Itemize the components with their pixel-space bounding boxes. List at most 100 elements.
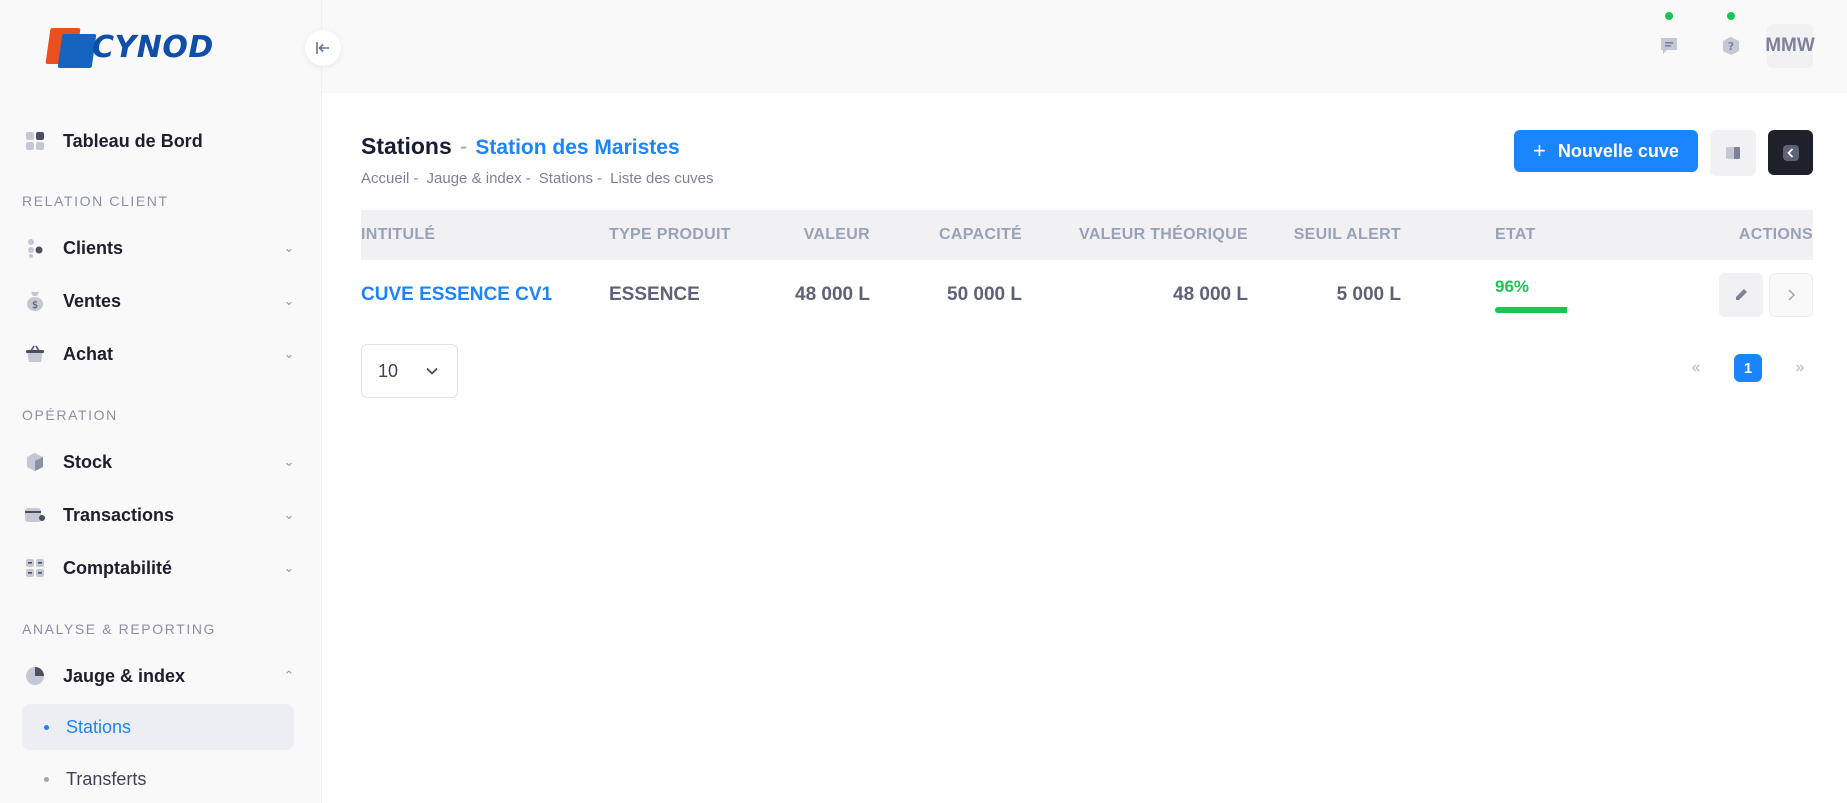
sidebar-item-achat[interactable]: Achat ⌄: [24, 334, 296, 374]
brand-logo[interactable]: CYNOD: [45, 26, 218, 70]
breadcrumb: Accueil - Jauge & index - Stations - Lis…: [361, 170, 722, 187]
prev-page-button[interactable]: «: [1680, 359, 1712, 377]
tank-capacity: 50 000 L: [947, 284, 1022, 305]
money-bag-icon: $: [24, 290, 46, 312]
help-button[interactable]: ?: [1713, 12, 1749, 64]
chevron-up-icon: ⌃: [283, 668, 295, 683]
basket-icon: [24, 343, 46, 365]
toggle-panel-button[interactable]: [1710, 130, 1756, 176]
user-avatar[interactable]: MMW: [1765, 24, 1815, 68]
notification-dot: [1665, 12, 1673, 20]
row-actions: [1589, 273, 1813, 317]
sidebar-item-label: Tableau de Bord: [63, 130, 203, 151]
breadcrumb-item[interactable]: Accueil -: [361, 170, 419, 187]
new-tank-button[interactable]: + Nouvelle cuve: [1514, 130, 1698, 172]
title-separator: -: [459, 133, 468, 159]
sidebar-item-label: Jauge & index: [63, 665, 186, 686]
column-header[interactable]: TYPE PRODUIT: [609, 226, 759, 244]
bullet-icon: [44, 776, 49, 782]
chat-icon: [1661, 38, 1677, 54]
column-header[interactable]: SEUIL ALERT: [1248, 226, 1401, 244]
sidebar-item-jauge-index[interactable]: Jauge & index ⌃: [24, 656, 296, 696]
sidebar-subitem-label: Stations: [66, 716, 132, 737]
page-subtitle: Station des Maristes: [475, 136, 680, 159]
tank-name-link[interactable]: CUVE ESSENCE CV1: [361, 284, 609, 306]
sidebar-subitem-stations[interactable]: Stations: [22, 704, 294, 750]
status-percent: 96%: [1495, 277, 1530, 296]
sidebar-item-stock[interactable]: Stock ⌄: [24, 442, 296, 482]
column-header[interactable]: VALEUR: [759, 226, 870, 244]
alert-threshold: 5 000 L: [1336, 284, 1401, 305]
collapse-arrow-icon: [316, 42, 329, 54]
sidebar-item-label: Achat: [63, 343, 114, 364]
sidebar-item-label: Ventes: [63, 290, 122, 311]
layout-panel-icon: [1726, 147, 1740, 159]
column-header[interactable]: INTITULÉ: [361, 226, 609, 244]
page-number-button[interactable]: 1: [1734, 354, 1762, 382]
chevron-down-icon: ⌄: [283, 293, 295, 308]
breadcrumb-item: Liste des cuves: [610, 170, 714, 187]
page-size-select[interactable]: 10: [361, 344, 458, 398]
tank-status: 96%: [1495, 277, 1589, 313]
sidebar-collapse-button[interactable]: [305, 30, 341, 66]
tanks-table: INTITULÉ TYPE PRODUIT VALEUR CAPACITÉ VA…: [361, 210, 1813, 330]
page-title: Stations - Station des Maristes: [361, 133, 680, 160]
table-header: INTITULÉ TYPE PRODUIT VALEUR CAPACITÉ VA…: [361, 210, 1813, 260]
notification-dot: [1727, 12, 1735, 20]
sidebar: CYNOD Tableau de Bord RELATION CLIENT Cl…: [0, 0, 322, 803]
pie-chart-icon: [24, 665, 46, 687]
breadcrumb-item[interactable]: Stations -: [539, 170, 602, 187]
svg-text:$: $: [32, 300, 38, 311]
users-icon: [24, 237, 46, 259]
chevron-down-icon: ⌄: [283, 507, 295, 522]
section-operation: OPÉRATION: [22, 407, 118, 423]
sidebar-item-label: Clients: [63, 237, 124, 258]
svg-text:?: ?: [1728, 40, 1734, 53]
new-tank-button-label: Nouvelle cuve: [1557, 140, 1679, 161]
table-row: CUVE ESSENCE CV1 ESSENCE 48 000 L 50 000…: [361, 260, 1813, 330]
pencil-icon: [1736, 289, 1747, 300]
theoretical-value: 48 000 L: [1173, 284, 1248, 305]
chevron-down-icon: ⌄: [283, 454, 295, 469]
chevron-down-icon: ⌄: [283, 346, 295, 361]
status-progress-fill: [1495, 307, 1567, 313]
column-header: ACTIONS: [1738, 226, 1813, 243]
dashboard-icon: [24, 130, 46, 152]
calculator-icon: [24, 557, 46, 579]
section-relation-client: RELATION CLIENT: [22, 193, 169, 209]
tank-value: 48 000 L: [795, 284, 870, 305]
sidebar-item-label: Comptabilité: [63, 557, 173, 578]
view-details-button[interactable]: [1769, 273, 1813, 317]
edit-button[interactable]: [1719, 273, 1763, 317]
plus-icon: +: [1533, 138, 1546, 163]
column-header[interactable]: CAPACITÉ: [870, 226, 1022, 244]
next-page-button[interactable]: »: [1784, 359, 1816, 377]
wallet-icon: [24, 504, 46, 526]
back-button[interactable]: [1768, 130, 1813, 175]
brand-name: CYNOD: [92, 30, 214, 65]
column-header[interactable]: VALEUR THÉORIQUE: [1022, 226, 1248, 244]
sidebar-item-label: Transactions: [63, 504, 175, 525]
chevron-down-icon: [426, 367, 438, 375]
page-size-value: 10: [378, 360, 399, 381]
bullet-icon: [44, 724, 49, 730]
sidebar-item-transactions[interactable]: Transactions ⌄: [24, 495, 296, 535]
sidebar-item-tableau-de-bord[interactable]: Tableau de Bord: [24, 121, 296, 161]
chevron-right-icon: [1788, 289, 1796, 301]
sidebar-item-ventes[interactable]: $ Ventes ⌄: [24, 281, 296, 321]
sidebar-item-clients[interactable]: Clients ⌄: [24, 228, 296, 268]
breadcrumb-item[interactable]: Jauge & index -: [427, 170, 531, 187]
chevron-down-icon: ⌄: [283, 240, 295, 255]
page-title-main: Stations: [361, 133, 452, 159]
chevron-down-icon: ⌄: [283, 560, 295, 575]
logo-mark-icon: [45, 28, 97, 68]
question-icon: ?: [1723, 37, 1739, 55]
sidebar-subitem-transferts[interactable]: Transferts: [22, 756, 294, 802]
section-analyse-reporting: ANALYSE & REPORTING: [22, 621, 217, 637]
sidebar-item-comptabilite[interactable]: Comptabilité ⌄: [24, 548, 296, 588]
messages-button[interactable]: [1651, 12, 1687, 64]
sidebar-item-label: Stock: [63, 451, 113, 472]
column-header[interactable]: ETAT: [1495, 226, 1589, 244]
chevron-left-icon: [1782, 144, 1799, 161]
product-type: ESSENCE: [609, 284, 700, 305]
